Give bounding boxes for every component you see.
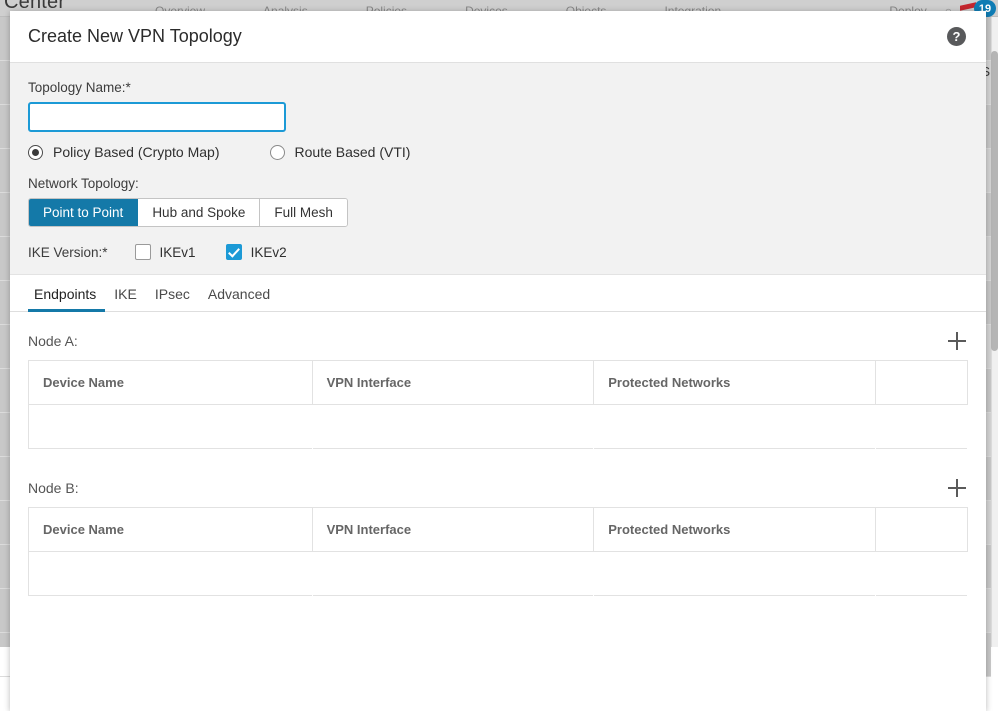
tab-advanced[interactable]: Advanced [199, 286, 279, 311]
help-circle-icon[interactable]: ? [947, 27, 966, 46]
radio-route-based[interactable]: Route Based (VTI) [270, 144, 411, 160]
node-b-table: Device Name VPN Interface Protected Netw… [28, 507, 968, 596]
topology-name-label: Topology Name:* [28, 80, 968, 95]
radio-policy-based[interactable]: Policy Based (Crypto Map) [28, 144, 220, 160]
table-cell [312, 405, 594, 449]
create-vpn-topology-dialog: Create New VPN Topology ? Topology Name:… [10, 11, 986, 711]
background-row [0, 149, 10, 193]
node-b-header: Node B: [28, 477, 968, 499]
table-cell [29, 552, 313, 596]
page-scrollbar-thumb[interactable] [991, 51, 998, 351]
topology-settings-form: Topology Name:* Policy Based (Crypto Map… [10, 63, 986, 275]
background-row [0, 545, 10, 589]
column-header-device-name: Device Name [29, 361, 313, 405]
network-topology-label: Network Topology: [28, 176, 968, 191]
table-row [29, 405, 968, 449]
background-row [0, 457, 10, 501]
background-row [0, 61, 10, 105]
table-cell [594, 405, 876, 449]
table-cell [875, 552, 967, 596]
table-header-row: Device Name VPN Interface Protected Netw… [29, 361, 968, 405]
checkbox-ikev2-label: IKEv2 [251, 245, 287, 260]
background-left-column [0, 17, 10, 647]
column-header-protected-networks: Protected Networks [594, 508, 876, 552]
add-node-a-plus-icon[interactable] [946, 330, 968, 352]
background-row [0, 17, 10, 61]
topology-option-point-to-point[interactable]: Point to Point [29, 199, 138, 226]
node-a-label: Node A: [28, 333, 78, 349]
node-b-label: Node B: [28, 480, 79, 496]
tab-ike[interactable]: IKE [105, 286, 146, 311]
table-cell [312, 552, 594, 596]
table-header-row: Device Name VPN Interface Protected Netw… [29, 508, 968, 552]
radio-selected-icon [28, 145, 43, 160]
radio-unselected-icon [270, 145, 285, 160]
background-row [0, 413, 10, 457]
background-row [0, 501, 10, 545]
background-row [0, 237, 10, 281]
column-header-protected-networks: Protected Networks [594, 361, 876, 405]
topology-name-input[interactable] [28, 102, 286, 132]
background-row [0, 633, 10, 677]
radio-route-based-label: Route Based (VTI) [295, 144, 411, 160]
column-header-actions [875, 361, 967, 405]
checkbox-ikev1-label: IKEv1 [160, 245, 196, 260]
column-header-actions [875, 508, 967, 552]
background-row [0, 105, 10, 149]
background-row [0, 325, 10, 369]
tab-endpoints[interactable]: Endpoints [28, 286, 105, 311]
table-row [29, 552, 968, 596]
column-header-device-name: Device Name [29, 508, 313, 552]
section-spacer [28, 449, 968, 471]
dialog-title: Create New VPN Topology [28, 26, 947, 47]
checkbox-ikev1[interactable]: IKEv1 [135, 244, 196, 260]
checkbox-ikev2[interactable]: IKEv2 [226, 244, 287, 260]
network-topology-button-group: Point to Point Hub and Spoke Full Mesh [28, 198, 348, 227]
node-a-table: Device Name VPN Interface Protected Netw… [28, 360, 968, 449]
ike-version-row: IKE Version:* IKEv1 IKEv2 [28, 244, 968, 260]
background-row [0, 369, 10, 413]
table-cell [29, 405, 313, 449]
background-row [0, 589, 10, 633]
ike-version-label: IKE Version:* [28, 245, 108, 260]
endpoints-panel: Node A: Device Name VPN Interface Protec… [10, 312, 986, 711]
dialog-header: Create New VPN Topology ? [10, 11, 986, 63]
checkbox-checked-icon [226, 244, 242, 260]
table-cell [594, 552, 876, 596]
dialog-tabs: Endpoints IKE IPsec Advanced [10, 275, 986, 312]
column-header-vpn-interface: VPN Interface [312, 508, 594, 552]
table-cell [875, 405, 967, 449]
radio-policy-based-label: Policy Based (Crypto Map) [53, 144, 220, 160]
background-row [0, 281, 10, 325]
topology-option-hub-and-spoke[interactable]: Hub and Spoke [138, 199, 260, 226]
tab-ipsec[interactable]: IPsec [146, 286, 199, 311]
topology-option-full-mesh[interactable]: Full Mesh [260, 199, 347, 226]
background-row [0, 193, 10, 237]
page-scrollbar[interactable] [991, 17, 998, 647]
vpn-type-radio-group: Policy Based (Crypto Map) Route Based (V… [28, 144, 968, 160]
checkbox-unchecked-icon [135, 244, 151, 260]
add-node-b-plus-icon[interactable] [946, 477, 968, 499]
node-a-header: Node A: [28, 330, 968, 352]
column-header-vpn-interface: VPN Interface [312, 361, 594, 405]
